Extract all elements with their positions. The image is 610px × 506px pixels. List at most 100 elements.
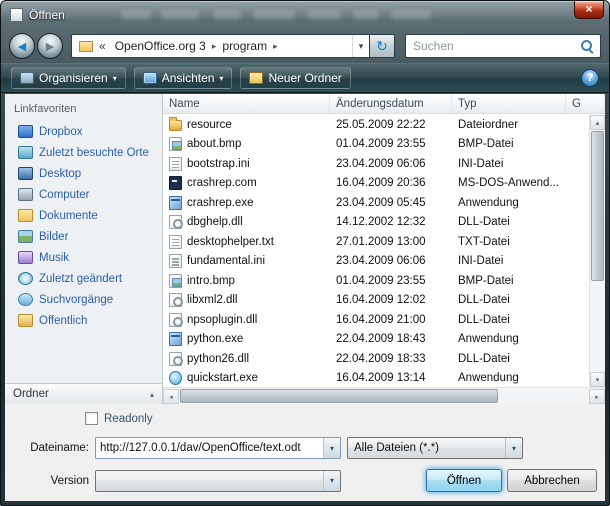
file-row[interactable]: about.bmp 01.04.2009 23:55 BMP-Datei	[163, 135, 589, 155]
file-row[interactable]: crashrep.com 16.04.2009 20:36 MS-DOS-Anw…	[163, 174, 589, 194]
sidebar-item-public[interactable]: Öffentlich	[5, 310, 162, 331]
breadcrumb-item-openoffice[interactable]: OpenOffice.org 3	[109, 35, 212, 57]
address-dropdown-button[interactable]: ▾	[352, 35, 369, 57]
folders-expander[interactable]: Ordner ▴	[5, 383, 162, 404]
forward-button[interactable]: ▶	[37, 33, 63, 59]
organize-button[interactable]: Organisieren ▾	[11, 67, 126, 89]
column-header-name[interactable]: Name	[163, 94, 330, 113]
search-input[interactable]	[406, 39, 580, 53]
sidebar-item-music[interactable]: Musik	[5, 247, 162, 268]
folder-file-icon	[169, 120, 182, 131]
file-row[interactable]: python.exe 22.04.2009 18:43 Anwendung	[163, 330, 589, 350]
sidebar-item-documents[interactable]: Dokumente	[5, 205, 162, 226]
file-type: MS-DOS-Anwend...	[452, 177, 566, 189]
titlebar: Öffnen ×	[1, 1, 609, 29]
sidebar-item-label: Öffentlich	[39, 315, 87, 327]
file-date: 01.04.2009 23:55	[330, 275, 452, 287]
sidebar-item-searches[interactable]: Suchvorgänge	[5, 289, 162, 310]
horizontal-scrollbar[interactable]: ◂ ▸	[163, 387, 605, 404]
file-name: desktophelper.txt	[187, 236, 274, 248]
filename-label: Dateiname:	[5, 442, 89, 454]
titlebar-glass-smudge	[161, 10, 199, 19]
file-row[interactable]: libxml2.dll 16.04.2009 12:02 DLL-Datei	[163, 291, 589, 311]
scroll-left-button[interactable]: ◂	[163, 389, 179, 404]
help-icon: ?	[587, 72, 594, 84]
file-type: INI-Datei	[452, 255, 566, 267]
horizontal-scroll-thumb[interactable]	[180, 389, 498, 403]
scroll-right-button[interactable]: ▸	[589, 389, 605, 404]
readonly-checkbox[interactable]	[85, 412, 98, 425]
file-row[interactable]: resource 25.05.2009 22:22 Dateiordner	[163, 115, 589, 135]
sidebar-item-label: Zuletzt besuchte Orte	[39, 147, 149, 159]
sidebar-item-label: Dokumente	[39, 210, 98, 222]
quickstart-file-icon	[169, 371, 182, 385]
file-type: BMP-Datei	[452, 275, 566, 287]
sidebar-item-computer[interactable]: Computer	[5, 184, 162, 205]
ini-file-icon	[169, 157, 182, 171]
titlebar-glass-smudge	[353, 10, 379, 19]
file-row[interactable]: crashrep.exe 23.04.2009 05:45 Anwendung	[163, 193, 589, 213]
dialog-content: Linkfavoriten Dropbox Zuletzt besuchte O…	[5, 94, 605, 501]
scroll-up-button[interactable]: ▴	[590, 115, 605, 130]
file-row[interactable]: desktophelper.txt 27.01.2009 13:00 TXT-D…	[163, 232, 589, 252]
sidebar-item-desktop[interactable]: Desktop	[5, 163, 162, 184]
views-icon	[143, 72, 157, 84]
file-name: crashrep.exe	[187, 197, 253, 209]
chevron-right-icon: ▸	[273, 41, 278, 52]
views-label: Ansichten	[162, 71, 215, 85]
address-bar[interactable]: « OpenOffice.org 3 ▸ program ▸ ▾	[71, 34, 370, 58]
search-icon	[580, 39, 594, 53]
sidebar: Linkfavoriten Dropbox Zuletzt besuchte O…	[5, 94, 163, 404]
organize-label: Organisieren	[39, 71, 108, 85]
new-folder-button[interactable]: Neuer Ordner	[240, 67, 350, 89]
back-button[interactable]: ◀	[9, 33, 35, 59]
column-header-size[interactable]: G	[566, 94, 605, 113]
open-button[interactable]: Öffnen	[426, 469, 502, 492]
column-header-date[interactable]: Änderungsdatum	[330, 94, 452, 113]
file-date: 23.04.2009 05:45	[330, 197, 452, 209]
txt-file-icon	[169, 235, 182, 249]
file-row[interactable]: quickstart.exe 16.04.2009 13:14 Anwendun…	[163, 369, 589, 388]
app-file-icon	[169, 332, 182, 346]
close-button[interactable]: ×	[574, 1, 604, 19]
file-type: Anwendung	[452, 372, 566, 384]
new-folder-icon	[249, 72, 263, 84]
vertical-scrollbar[interactable]: ▴ ▾	[589, 115, 605, 387]
sidebar-item-pictures[interactable]: Bilder	[5, 226, 162, 247]
sidebar-item-label: Computer	[39, 189, 90, 201]
sidebar-item-recent-places[interactable]: Zuletzt besuchte Orte	[5, 142, 162, 163]
dialog-footer: Readonly Dateiname: ▾ Alle Dateien (*.*)…	[5, 404, 605, 501]
views-button[interactable]: Ansichten ▾	[134, 67, 233, 89]
filetype-value: Alle Dateien (*.*)	[354, 442, 439, 454]
scroll-down-button[interactable]: ▾	[590, 372, 605, 387]
file-type: TXT-Datei	[452, 236, 566, 248]
version-select[interactable]: ▾	[95, 470, 341, 492]
open-button-label: Öffnen	[447, 475, 481, 487]
titlebar-glass-smudge	[307, 10, 341, 19]
version-row: Version ▾ Öffnen Abbrechen	[5, 469, 605, 492]
column-header-type[interactable]: Typ	[452, 94, 566, 113]
forward-icon: ▶	[46, 40, 54, 53]
help-button[interactable]: ?	[581, 69, 599, 87]
filename-input[interactable]	[96, 442, 323, 454]
file-row[interactable]: npsoplugin.dll 16.04.2009 21:00 DLL-Date…	[163, 310, 589, 330]
filetype-select[interactable]: Alle Dateien (*.*) ▾	[347, 437, 523, 459]
file-row[interactable]: intro.bmp 01.04.2009 23:55 BMP-Datei	[163, 271, 589, 291]
file-row[interactable]: python26.dll 22.04.2009 18:33 DLL-Datei	[163, 349, 589, 369]
chevron-down-icon: ▾	[219, 74, 223, 83]
cancel-button-label: Abbrechen	[524, 475, 580, 487]
back-icon: ◀	[18, 40, 26, 53]
sidebar-item-dropbox[interactable]: Dropbox	[5, 121, 162, 142]
folder-icon	[79, 41, 93, 52]
sidebar-item-recently-changed[interactable]: Zuletzt geändert	[5, 268, 162, 289]
sidebar-item-label: Desktop	[39, 168, 81, 180]
filename-dropdown-button[interactable]: ▾	[323, 438, 340, 458]
file-row[interactable]: fundamental.ini 23.04.2009 06:06 INI-Dat…	[163, 252, 589, 272]
vertical-scroll-thumb[interactable]	[591, 131, 604, 281]
breadcrumb-item-program[interactable]: program	[216, 35, 273, 57]
breadcrumb-overflow[interactable]: «	[96, 39, 109, 53]
refresh-button[interactable]: ↻	[370, 34, 395, 58]
file-row[interactable]: dbghelp.dll 14.12.2002 12:32 DLL-Datei	[163, 213, 589, 233]
file-row[interactable]: bootstrap.ini 23.04.2009 06:06 INI-Datei	[163, 154, 589, 174]
cancel-button[interactable]: Abbrechen	[507, 469, 597, 492]
